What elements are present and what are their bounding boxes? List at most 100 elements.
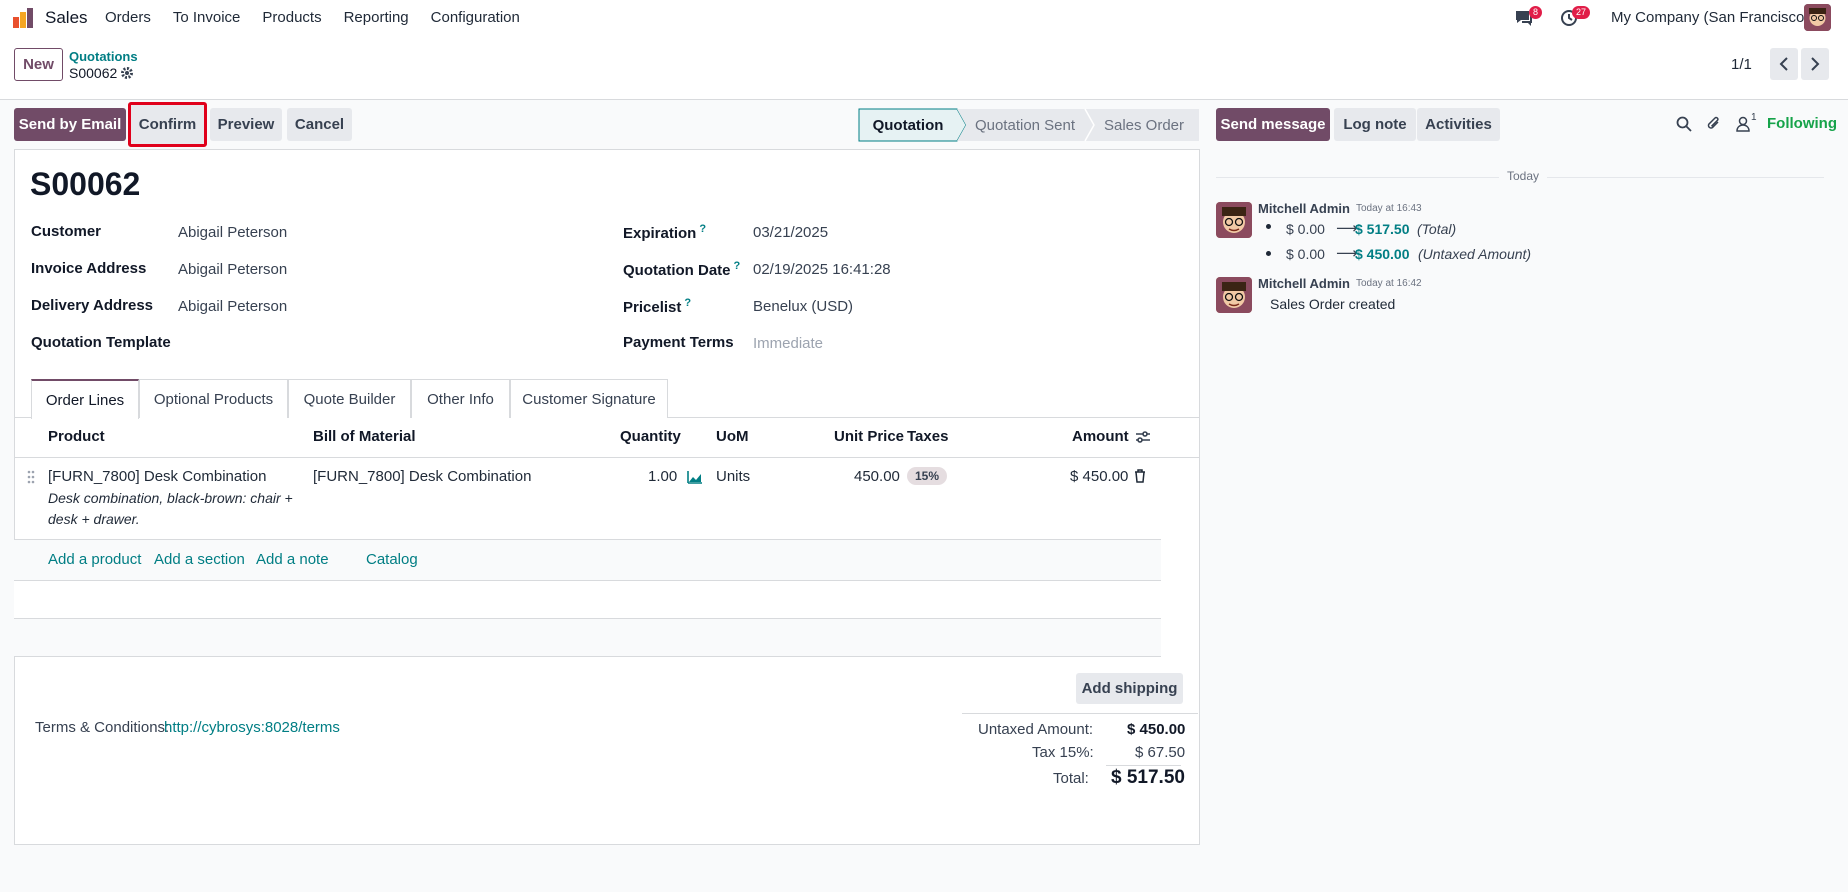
help-tooltip-icon[interactable]: ? xyxy=(699,223,706,235)
attachment-paperclip-icon[interactable] xyxy=(1706,115,1722,132)
tracking-old-value: $ 0.00 xyxy=(1286,246,1325,262)
cancel-button[interactable]: Cancel xyxy=(287,108,352,141)
status-sales-order[interactable]: Sales Order xyxy=(1094,109,1194,141)
message-body: Sales Order created xyxy=(1270,296,1396,312)
tax-value: $ 67.50 xyxy=(1135,744,1186,761)
sales-app-icon[interactable] xyxy=(12,7,34,29)
activities-button[interactable]: Activities xyxy=(1417,108,1500,141)
activities-badge: 27 xyxy=(1572,6,1591,19)
line-description-1[interactable]: Desk combination, black-brown: chair + xyxy=(48,490,293,506)
line-description-2[interactable]: desk + drawer. xyxy=(48,511,140,527)
empty-row xyxy=(14,581,1161,618)
avatar[interactable] xyxy=(1216,202,1252,238)
pager-value[interactable]: 1/1 xyxy=(1731,56,1752,73)
add-note-link[interactable]: Add a note xyxy=(256,551,329,568)
payment-terms-field[interactable]: Immediate xyxy=(753,335,823,352)
menu-products[interactable]: Products xyxy=(262,9,321,26)
main-menu: Orders To Invoice Products Reporting Con… xyxy=(105,9,542,26)
gear-icon[interactable] xyxy=(120,66,134,80)
line-amount: $ 450.00 xyxy=(1070,468,1129,485)
add-product-link[interactable]: Add a product xyxy=(48,551,141,568)
new-button[interactable]: New xyxy=(14,48,63,81)
menu-to-invoice[interactable]: To Invoice xyxy=(173,9,241,26)
breadcrumb-quotations[interactable]: Quotations xyxy=(69,49,138,64)
send-by-email-button[interactable]: Send by Email xyxy=(14,108,126,141)
col-product[interactable]: Product xyxy=(48,428,105,445)
message-author[interactable]: Mitchell Admin xyxy=(1258,201,1350,216)
status-quotation-sent[interactable]: Quotation Sent xyxy=(966,109,1084,141)
line-quantity[interactable]: 1.00 xyxy=(648,468,677,485)
tab-other-info[interactable]: Other Info xyxy=(411,379,510,418)
help-tooltip-icon[interactable]: ? xyxy=(734,260,741,272)
drag-handle-icon[interactable] xyxy=(27,470,35,484)
col-bill-of-material[interactable]: Bill of Material xyxy=(313,428,416,445)
tracking-new-value: $ 517.50 xyxy=(1355,221,1410,237)
catalog-link[interactable]: Catalog xyxy=(366,551,418,568)
menu-orders[interactable]: Orders xyxy=(105,9,151,26)
delivery-address-field[interactable]: Abigail Peterson xyxy=(178,298,287,315)
expiration-field[interactable]: 03/21/2025 xyxy=(753,224,828,241)
confirm-button[interactable]: Confirm xyxy=(128,102,207,147)
payment-terms-label: Payment Terms xyxy=(623,334,734,351)
tab-quote-builder[interactable]: Quote Builder xyxy=(288,379,411,418)
col-unit-price[interactable]: Unit Price xyxy=(834,428,904,445)
messages-badge: 8 xyxy=(1529,6,1543,19)
invoice-address-label: Invoice Address xyxy=(31,260,147,277)
status-quotation[interactable]: Quotation xyxy=(859,109,957,141)
add-section-link[interactable]: Add a section xyxy=(154,551,245,568)
date-separator: Today xyxy=(1499,169,1548,183)
totals-top-border xyxy=(962,713,1198,714)
pricelist-label: Pricelist? xyxy=(623,297,692,316)
message-time: Today at 16:42 xyxy=(1356,278,1422,289)
col-amount[interactable]: Amount xyxy=(1072,428,1129,445)
forecast-chart-icon[interactable] xyxy=(687,470,703,484)
total-value: $ 517.50 xyxy=(1111,767,1185,788)
user-avatar[interactable] xyxy=(1804,4,1831,31)
tab-customer-signature[interactable]: Customer Signature xyxy=(510,379,668,418)
empty-row xyxy=(14,619,1161,656)
help-tooltip-icon[interactable]: ? xyxy=(684,297,691,309)
line-bill-of-material[interactable]: [FURN_7800] Desk Combination xyxy=(313,468,531,485)
row-divider xyxy=(14,656,1161,657)
log-note-button[interactable]: Log note xyxy=(1334,108,1416,141)
line-unit-price[interactable]: 450.00 xyxy=(854,468,900,485)
tracking-old-value: $ 0.00 xyxy=(1286,221,1325,237)
following-button[interactable]: Following xyxy=(1767,115,1837,132)
customer-field[interactable]: Abigail Peterson xyxy=(178,224,287,241)
expiration-label: Expiration? xyxy=(623,223,707,242)
col-uom[interactable]: UoM xyxy=(716,428,749,445)
add-shipping-button[interactable]: Add shipping xyxy=(1076,673,1183,704)
control-panel: New Quotations S00062 1/1 xyxy=(0,36,1848,100)
customer-label: Customer xyxy=(31,223,102,240)
app-name[interactable]: Sales xyxy=(45,8,88,28)
optional-columns-toggle-icon[interactable] xyxy=(1135,430,1151,444)
pager-prev-button[interactable] xyxy=(1770,48,1798,80)
col-taxes[interactable]: Taxes xyxy=(907,428,948,445)
tracking-field: (Untaxed Amount) xyxy=(1418,246,1532,262)
tab-order-lines[interactable]: Order Lines xyxy=(31,379,139,419)
quotation-template-field[interactable] xyxy=(178,330,578,354)
terms-link[interactable]: http://cybrosys:8028/terms xyxy=(164,719,340,736)
tab-optional-products[interactable]: Optional Products xyxy=(139,379,288,418)
line-uom[interactable]: Units xyxy=(716,468,750,485)
menu-configuration[interactable]: Configuration xyxy=(431,9,520,26)
line-tax-badge[interactable]: 15% xyxy=(907,467,948,485)
pager-next-button[interactable] xyxy=(1801,48,1829,80)
line-product[interactable]: [FURN_7800] Desk Combination xyxy=(48,468,266,485)
company-switcher[interactable]: My Company (San Francisco) xyxy=(1611,9,1809,26)
menu-reporting[interactable]: Reporting xyxy=(344,9,409,26)
terms-label: Terms & Conditions: xyxy=(35,719,170,736)
avatar[interactable] xyxy=(1216,277,1252,313)
message-author[interactable]: Mitchell Admin xyxy=(1258,276,1350,291)
search-icon[interactable] xyxy=(1676,116,1692,132)
total-label: Total: xyxy=(1053,770,1089,787)
quotation-date-field[interactable]: 02/19/2025 16:41:28 xyxy=(753,261,891,278)
col-quantity[interactable]: Quantity xyxy=(620,428,681,445)
pricelist-field[interactable]: Benelux (USD) xyxy=(753,298,853,315)
delete-trash-icon[interactable] xyxy=(1134,469,1146,483)
send-message-button[interactable]: Send message xyxy=(1216,108,1330,141)
untaxed-amount-label: Untaxed Amount: xyxy=(978,721,1094,738)
invoice-address-field[interactable]: Abigail Peterson xyxy=(178,261,287,278)
followers-user-icon[interactable] xyxy=(1736,116,1750,132)
preview-button[interactable]: Preview xyxy=(210,108,282,141)
